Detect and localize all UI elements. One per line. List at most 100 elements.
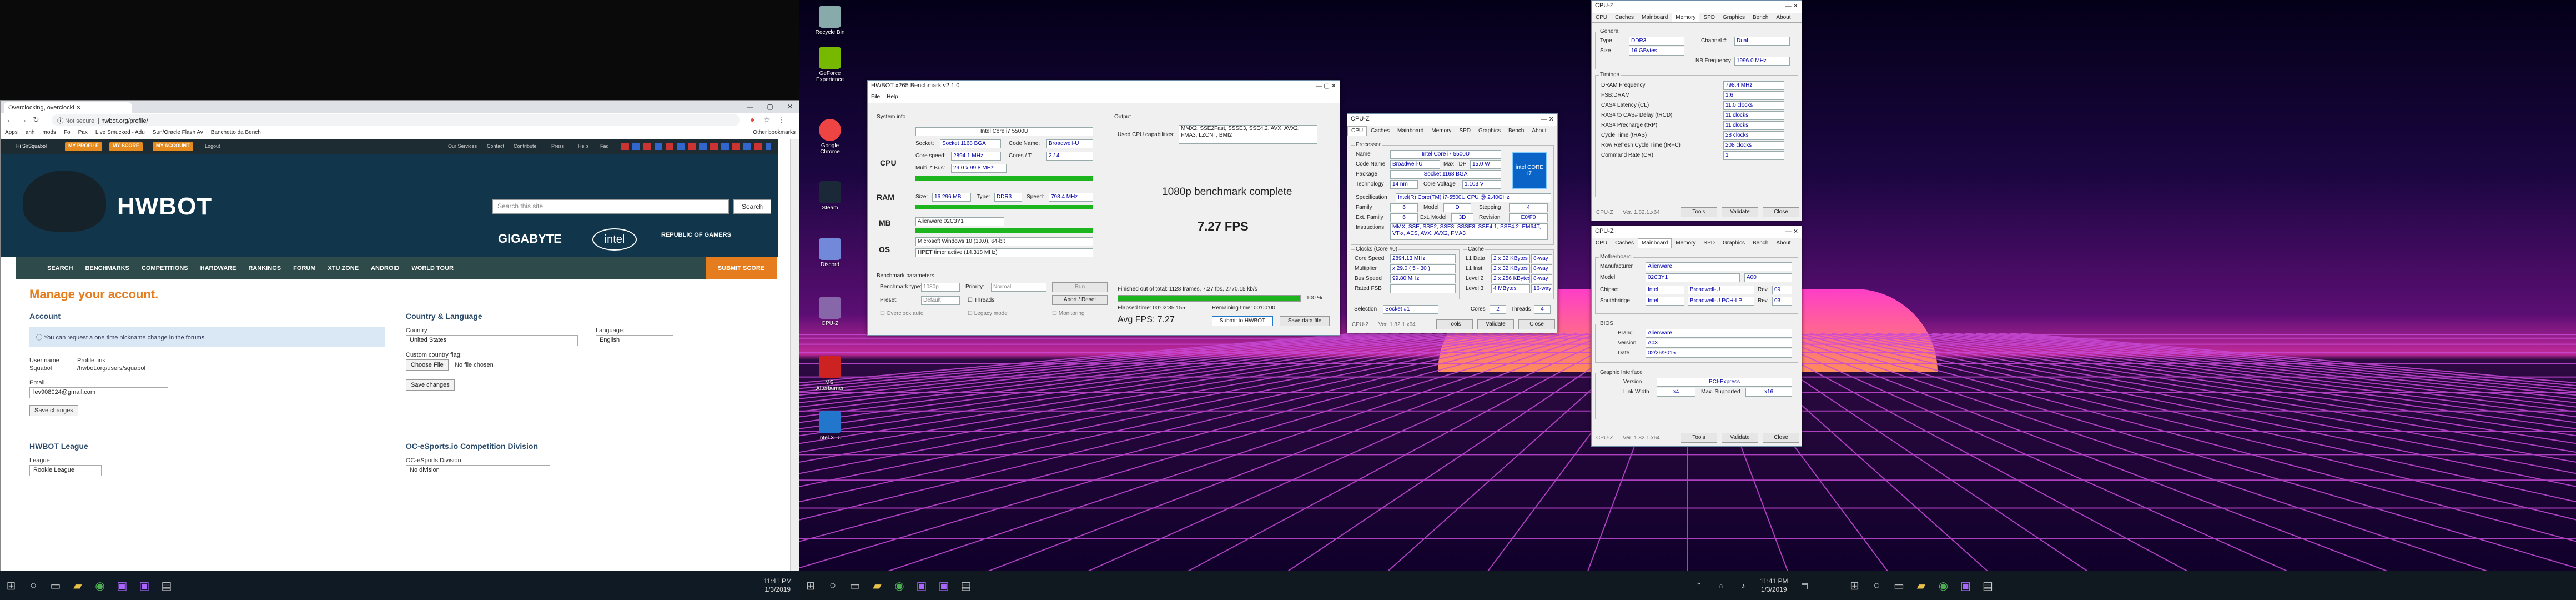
url-bar[interactable]: ⓘ Not secure | hwbot.org/profile/ xyxy=(52,114,740,126)
extension-icon[interactable]: ● xyxy=(750,115,754,124)
forward-icon[interactable]: → xyxy=(19,115,27,124)
cpuz-cpu-controls[interactable]: — ✕ xyxy=(1541,116,1554,124)
top-link[interactable]: Faq xyxy=(600,143,609,149)
tab-graphics[interactable]: Graphics xyxy=(1719,238,1749,248)
clock-left[interactable]: 11:41 PM 1/3/2019 xyxy=(764,577,792,594)
tools-button[interactable]: Tools xyxy=(1436,319,1473,329)
network-icon[interactable]: ⌂ xyxy=(1710,574,1732,597)
search-button[interactable]: Search xyxy=(733,199,771,214)
tab-spd[interactable]: SPD xyxy=(1699,13,1719,22)
menu-help[interactable]: Help xyxy=(887,94,898,102)
tab-cpu[interactable]: CPU xyxy=(1592,238,1611,248)
validate-button[interactable]: Validate xyxy=(1477,319,1514,329)
search-icon[interactable]: ○ xyxy=(22,574,44,597)
bench-type-select[interactable]: 1080p xyxy=(921,283,960,292)
my-profile-button[interactable]: MY PROFILE xyxy=(65,142,102,151)
top-link[interactable]: Our Services xyxy=(448,143,477,149)
selection-select[interactable]: Socket #1 xyxy=(1383,305,1438,314)
sponsor-gigabyte[interactable]: GIGABYTE xyxy=(498,232,562,246)
tab-bench[interactable]: Bench xyxy=(1749,13,1772,22)
hwbot-icon[interactable]: ▣ xyxy=(933,574,955,597)
my-account-button[interactable]: MY ACCOUNT xyxy=(153,142,193,151)
my-score-button[interactable]: MY SCORE xyxy=(109,142,143,151)
nav-xtu-zone[interactable]: XTU ZONE xyxy=(328,265,359,272)
bookmark[interactable]: mods xyxy=(42,129,56,137)
tab-graphics[interactable]: Graphics xyxy=(1475,126,1505,136)
chrome-icon[interactable]: ◉ xyxy=(1932,574,1954,597)
tab-caches[interactable]: Caches xyxy=(1611,13,1638,22)
tab-bench[interactable]: Bench xyxy=(1505,126,1528,136)
windows-start-icon[interactable]: ⊞ xyxy=(0,574,22,597)
preset-select[interactable]: Default xyxy=(921,296,960,305)
top-link[interactable]: Contribute xyxy=(514,143,537,149)
submit-to-hwbot-button[interactable]: Submit to HWBOT xyxy=(1212,316,1273,326)
sponsor-intel[interactable]: intel xyxy=(592,228,637,251)
nav-forum[interactable]: FORUM xyxy=(293,265,315,272)
tab-about[interactable]: About xyxy=(1772,13,1794,22)
tab-mainboard[interactable]: Mainboard xyxy=(1393,126,1427,136)
tab-bench[interactable]: Bench xyxy=(1749,238,1772,248)
nav-rankings[interactable]: RANKINGS xyxy=(248,265,281,272)
hwbot-icon[interactable]: ▣ xyxy=(133,574,155,597)
cpuz-icon[interactable]: ▣ xyxy=(910,574,933,597)
task-view-icon[interactable]: ▭ xyxy=(1888,574,1910,597)
clock-right[interactable]: 11:41 PM 1/3/2019 xyxy=(1760,577,1788,594)
nav-competitions[interactable]: COMPETITIONS xyxy=(142,265,188,272)
windows-start-icon[interactable]: ⊞ xyxy=(1843,574,1865,597)
x265-window-controls[interactable]: — ▢ ✕ xyxy=(1316,82,1336,91)
top-link[interactable]: Help xyxy=(578,143,588,149)
country-select[interactable]: United States xyxy=(406,335,578,346)
cpuz-mb-controls[interactable]: — ✕ xyxy=(1785,228,1798,237)
tools-button[interactable]: Tools xyxy=(1681,207,1717,217)
cpuz-desktop-icon[interactable]: CPU-Z xyxy=(811,297,849,327)
validate-button[interactable]: Validate xyxy=(1722,433,1758,443)
email-field[interactable]: lev908024@gmail.com xyxy=(29,387,168,398)
tab-cpu[interactable]: CPU xyxy=(1592,13,1611,22)
bookmark-other[interactable]: Other bookmarks xyxy=(753,129,796,137)
choose-file-button[interactable]: Choose File xyxy=(406,359,449,371)
file-explorer-icon[interactable]: ▰ xyxy=(1910,574,1932,597)
overclock-checkbox[interactable]: ☐ Overclock auto xyxy=(880,311,923,317)
abort-reset-button[interactable]: Abort / Reset xyxy=(1052,295,1108,305)
menu-file[interactable]: File xyxy=(871,94,880,102)
close-icon[interactable]: ✕ xyxy=(780,101,800,113)
task-view-icon[interactable]: ▭ xyxy=(844,574,866,597)
tab-mainboard[interactable]: Mainboard xyxy=(1638,238,1672,248)
steam-icon[interactable]: Steam xyxy=(811,181,849,211)
tab-spd[interactable]: SPD xyxy=(1699,238,1719,248)
threads-checkbox[interactable]: ☐ Threads xyxy=(968,297,994,303)
maximize-icon[interactable]: ▢ xyxy=(760,101,780,113)
back-icon[interactable]: ← xyxy=(6,115,14,124)
oc-select[interactable]: No division xyxy=(406,465,550,476)
tab-about[interactable]: About xyxy=(1528,126,1550,136)
xtu-icon[interactable]: Intel XTU xyxy=(811,411,849,441)
save-changes-button[interactable]: Save changes xyxy=(29,405,78,416)
tab-about[interactable]: About xyxy=(1772,238,1794,248)
legacy-checkbox[interactable]: ☐ Legacy mode xyxy=(968,311,1008,317)
app-icon[interactable]: ▤ xyxy=(955,574,977,597)
save-changes-2-button[interactable]: Save changes xyxy=(406,379,455,391)
reload-icon[interactable]: ↻ xyxy=(33,115,39,124)
logout-link[interactable]: Logout xyxy=(205,143,220,149)
cpuz-icon[interactable]: ▣ xyxy=(111,574,133,597)
run-button[interactable]: Run xyxy=(1052,282,1108,292)
cpuz-icon[interactable]: ▣ xyxy=(1954,574,1976,597)
priority-select[interactable]: Normal xyxy=(991,283,1046,292)
bookmark[interactable]: Pax xyxy=(78,129,88,137)
tab-cpu[interactable]: CPU xyxy=(1347,126,1367,136)
task-view-icon[interactable]: ▭ xyxy=(44,574,67,597)
close-button[interactable]: Close xyxy=(1763,433,1799,443)
browser-tab[interactable]: Overclocking, overclocki ✕ xyxy=(4,102,132,113)
geforce-icon[interactable]: GeForce Experience xyxy=(811,47,849,83)
chrome-desktop-icon[interactable]: Google Chrome xyxy=(811,119,849,155)
nav-benchmarks[interactable]: BENCHMARKS xyxy=(85,265,129,272)
profile-link-value[interactable]: /hwbot.org/users/squabol xyxy=(77,365,145,372)
tab-memory[interactable]: Memory xyxy=(1672,238,1699,248)
menu-icon[interactable]: ⋮ xyxy=(778,115,786,124)
windows-start-icon[interactable]: ⊞ xyxy=(799,574,822,597)
search-input[interactable]: Search this site xyxy=(492,199,729,214)
hwbot-logo[interactable]: HWBOT xyxy=(117,193,212,221)
volume-icon[interactable]: ♪ xyxy=(1732,574,1754,597)
tab-mainboard[interactable]: Mainboard xyxy=(1638,13,1672,22)
close-button[interactable]: Close xyxy=(1763,207,1799,217)
